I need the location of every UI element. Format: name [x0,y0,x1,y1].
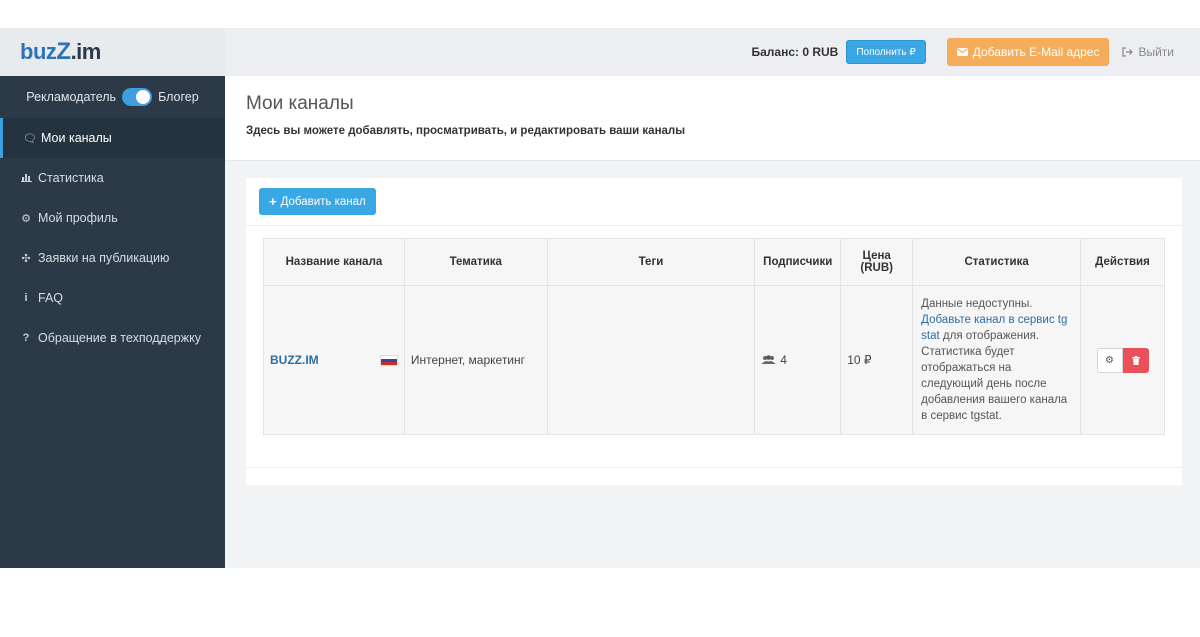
page-header: Мои каналы Здесь вы можете добавлять, пр… [225,76,1200,161]
cell-subscribers: 4 [754,285,842,435]
sidebar-item-label: Обращение в техподдержку [38,331,201,345]
toggle-knob [136,90,151,104]
col-header-stats: Статистика [912,238,1081,286]
logo-text-a: buz [20,39,57,64]
col-header-price[interactable]: Цена (RUB) [840,238,914,286]
add-channel-label: Добавить канал [280,195,366,208]
page-title: Мои каналы [246,93,354,114]
move-icon: ✣ [21,252,31,265]
sidebar-item-label: Статистика [38,171,104,185]
main-content: + Добавить канал Название канала Тематик… [225,161,1200,568]
page-subtitle: Здесь вы можете добавлять, просматривать… [246,125,686,137]
chat-icon: 🗨 [23,132,37,145]
gear-icon: ⚙ [21,212,31,225]
app-frame: buzZ.im Рекламодатель Блогер 🗨 Мои канал… [0,28,1200,568]
stats-rest: для отображения. Статистика будет отобра… [921,330,1068,422]
col-header-topic[interactable]: Тематика [403,238,548,286]
users-icon [761,355,776,364]
sidebar-item-faq[interactable]: i FAQ [0,278,225,318]
logo[interactable]: buzZ.im [20,38,101,66]
table-row: BUZZ.IM Интернет, маркетинг 4 10 ₽ Данны… [263,285,1165,435]
channels-panel: + Добавить канал Название канала Тематик… [246,178,1182,485]
stats-line1: Данные недоступны. [921,298,1033,310]
sidebar-item-statistics[interactable]: Статистика [0,158,225,198]
subscribers-count: 4 [780,353,787,367]
col-header-tags[interactable]: Теги [546,238,756,286]
col-header-subscribers[interactable]: Подписчики [754,238,842,286]
add-email-label: Добавить E-Mail адрес [972,45,1100,59]
role-blogger-label: Блогер [158,90,199,104]
add-email-button[interactable]: Добавить E-Mail адрес [946,38,1110,66]
sidebar-item-label: Мои каналы [41,131,112,145]
col-header-name[interactable]: Название канала [263,238,405,286]
sidebar-item-support[interactable]: ? Обращение в техподдержку [0,318,225,358]
sign-out-icon [1122,47,1134,57]
logo-text-z: Z [56,38,71,65]
role-toggle[interactable] [122,88,153,106]
logo-text-b: .im [70,39,102,64]
trash-icon [1131,355,1140,365]
envelope-icon [956,48,968,56]
logout-label: Выйти [1138,45,1174,59]
sidebar: buzZ.im Рекламодатель Блогер 🗨 Мои канал… [0,28,225,568]
add-channel-button[interactable]: + Добавить канал [259,188,376,215]
cell-actions: ⚙ [1080,285,1165,435]
sidebar-item-my-channels[interactable]: 🗨 Мои каналы [0,118,225,158]
cell-tags [546,285,756,435]
role-switch: Рекламодатель Блогер [0,76,225,118]
cell-stats: Данные недоступны. Добавьте канал в серв… [912,285,1081,435]
subscribers-wrap: 4 [761,353,834,367]
col-header-actions: Действия [1080,238,1165,286]
panel-footer-divider [246,467,1182,468]
channels-table: Название канала Тематика Теги Подписчики… [263,238,1165,435]
topup-button[interactable]: Пополнить ₽ [846,40,926,64]
plus-icon: + [269,194,277,209]
question-icon: ? [22,332,30,344]
sidebar-item-label: FAQ [38,291,64,305]
cell-topic: Интернет, маркетинг [403,285,548,435]
balance-text: Баланс: 0 RUB [751,45,839,59]
sidebar-item-profile[interactable]: ⚙ Мой профиль [0,198,225,238]
role-advertiser-label: Рекламодатель [26,90,117,104]
sidebar-item-requests[interactable]: ✣ Заявки на публикацию [0,238,225,278]
bar-chart-icon [20,172,32,185]
gear-icon: ⚙ [1105,354,1114,366]
table-header-row: Название канала Тематика Теги Подписчики… [263,238,1165,286]
panel-toolbar: + Добавить канал [246,178,1182,226]
action-buttons: ⚙ [1087,347,1158,373]
cell-channel-name: BUZZ.IM [263,285,405,435]
logo-box: buzZ.im [0,28,225,76]
stats-text: Данные недоступны. Добавьте канал в серв… [919,296,1074,424]
info-icon: i [24,292,28,304]
logout-link[interactable]: Выйти [1122,45,1174,59]
russia-flag-icon [379,354,398,366]
sidebar-item-label: Мой профиль [38,211,118,225]
sidebar-item-label: Заявки на публикацию [38,251,170,265]
edit-channel-button[interactable]: ⚙ [1096,347,1123,373]
delete-channel-button[interactable] [1122,347,1149,373]
channel-name-wrap: BUZZ.IM [270,353,398,367]
channel-link[interactable]: BUZZ.IM [270,353,319,367]
top-bar: Баланс: 0 RUB Пополнить ₽ Добавить E-Mai… [225,28,1200,76]
cell-price: 10 ₽ [840,285,914,435]
